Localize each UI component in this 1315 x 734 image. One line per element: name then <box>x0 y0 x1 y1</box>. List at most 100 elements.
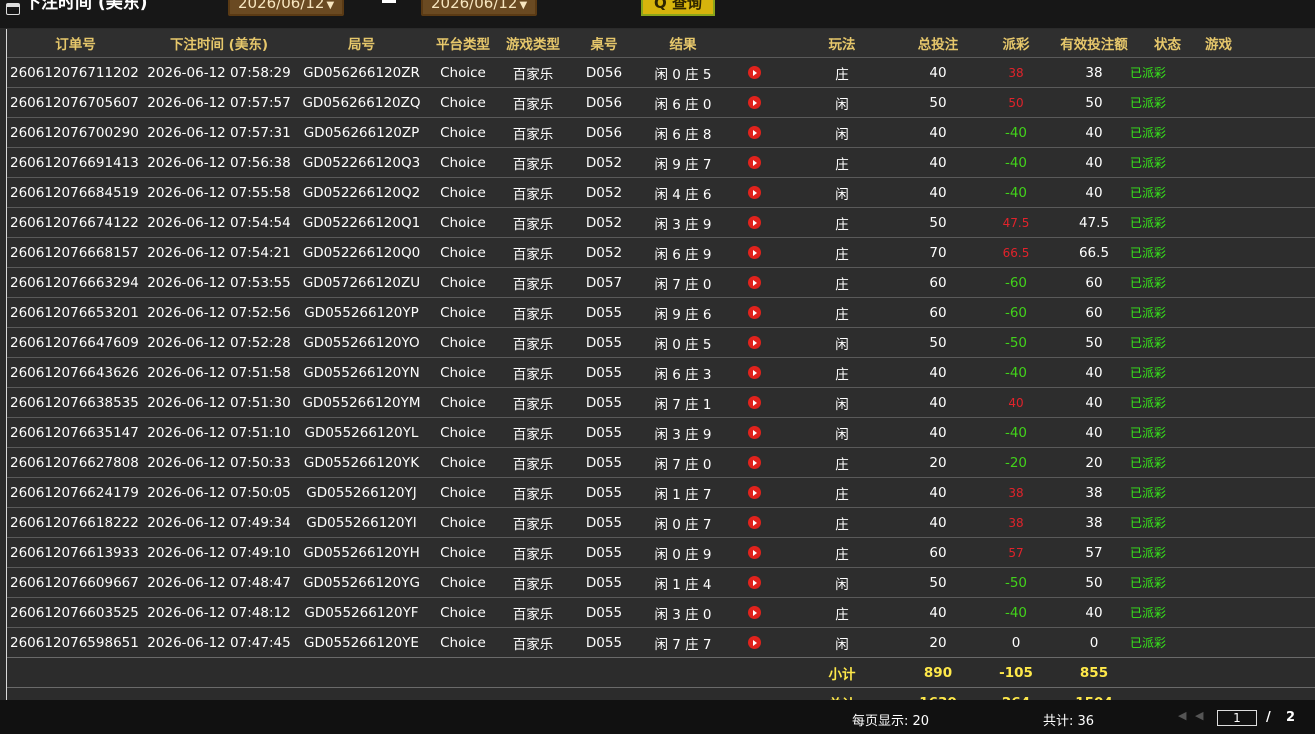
table-header-row: 订单号 下注时间 (美东) 局号 平台类型 游戏类型 桌号 结果 玩法 总投注 派彩 有效投注额 状态… <box>7 29 1315 58</box>
replay-cell <box>727 267 782 298</box>
bet-time-cell: 2026-06-12 07:58:29 <box>144 57 294 88</box>
page-number-input[interactable]: 1 <box>1217 710 1257 726</box>
bet-time-cell: 2026-06-12 07:52:28 <box>144 327 294 358</box>
game-cell <box>1205 147 1315 178</box>
play-video-icon[interactable] <box>748 636 761 649</box>
total-bet-cell: 40 <box>902 177 974 208</box>
valid-bet-cell: 57 <box>1058 537 1130 568</box>
date-to-select[interactable]: 2026/06/12 ▼ <box>421 0 538 16</box>
replay-cell <box>727 537 782 568</box>
bet-time-cell: 2026-06-12 07:57:31 <box>144 117 294 148</box>
play-video-icon[interactable] <box>748 396 761 409</box>
valid-bet-cell: 0 <box>1058 627 1130 658</box>
status-badge: 已派彩 <box>1130 357 1205 388</box>
play-video-icon[interactable] <box>748 66 761 79</box>
bet-time-cell: 2026-06-12 07:55:58 <box>144 177 294 208</box>
play-video-icon[interactable] <box>748 426 761 439</box>
bet-time-cell: 2026-06-12 07:50:33 <box>144 447 294 478</box>
column-header <box>727 29 782 58</box>
result-cell: 闲 0 庄 7 <box>639 507 727 538</box>
round-id-cell: GD052266120Q0 <box>294 237 429 268</box>
subtotal-valid: 855 <box>1058 657 1130 688</box>
platform-cell: Choice <box>429 627 497 658</box>
payout-cell: -60 <box>974 297 1058 328</box>
date-from-select[interactable]: 2026/06/12 ▼ <box>228 0 345 16</box>
game-type-cell: 百家乐 <box>497 447 569 478</box>
play-video-icon[interactable] <box>748 276 761 289</box>
status-badge: 已派彩 <box>1130 567 1205 598</box>
valid-bet-cell: 47.5 <box>1058 207 1130 238</box>
round-id-cell: GD055266120YJ <box>294 477 429 508</box>
play-video-icon[interactable] <box>748 486 761 499</box>
game-cell <box>1205 267 1315 298</box>
status-badge: 已派彩 <box>1130 237 1205 268</box>
table-row: 260612076635147 2026-06-12 07:51:10 GD0552… <box>7 417 1315 448</box>
round-id-cell: GD057266120ZU <box>294 267 429 298</box>
play-video-icon[interactable] <box>748 366 761 379</box>
chevron-down-icon: ▼ <box>519 0 528 11</box>
play-video-icon[interactable] <box>748 456 761 469</box>
total-bet-cell: 40 <box>902 597 974 628</box>
payout-cell: -40 <box>974 147 1058 178</box>
replay-cell <box>727 387 782 418</box>
column-header: 结果 <box>639 29 727 58</box>
game-cell <box>1205 237 1315 268</box>
platform-cell: Choice <box>429 327 497 358</box>
play-video-icon[interactable] <box>748 96 761 109</box>
platform-cell: Choice <box>429 87 497 118</box>
status-badge: 已派彩 <box>1130 597 1205 628</box>
play-video-icon[interactable] <box>748 306 761 319</box>
game-type-cell: 百家乐 <box>497 237 569 268</box>
replay-cell <box>727 567 782 598</box>
game-type-cell: 百家乐 <box>497 357 569 388</box>
payout-cell: -40 <box>974 417 1058 448</box>
game-cell <box>1205 327 1315 358</box>
round-id-cell: GD055266120YO <box>294 327 429 358</box>
table-row: 260612076603525 2026-06-12 07:48:12 GD0552… <box>7 597 1315 628</box>
column-header: 玩法 <box>782 29 902 58</box>
order-id-cell: 260612076653201 <box>7 297 144 328</box>
replay-cell <box>727 597 782 628</box>
play-video-icon[interactable] <box>748 516 761 529</box>
chevron-down-icon: ▼ <box>326 0 335 11</box>
prev-page-icon[interactable]: ◀ <box>1195 709 1203 722</box>
round-id-cell: GD055266120YN <box>294 357 429 388</box>
game-type-cell: 百家乐 <box>497 57 569 88</box>
order-id-cell: 260612076668157 <box>7 237 144 268</box>
game-type-cell: 百家乐 <box>497 597 569 628</box>
table-row: 260612076598651 2026-06-12 07:47:45 GD0552… <box>7 627 1315 658</box>
platform-cell: Choice <box>429 447 497 478</box>
table-row: 260612076663294 2026-06-12 07:53:55 GD0572… <box>7 267 1315 298</box>
column-header: 下注时间 (美东) <box>144 29 294 58</box>
replay-cell <box>727 207 782 238</box>
page-size-label[interactable]: 每页显示: 20 <box>852 710 929 729</box>
valid-bet-cell: 40 <box>1058 117 1130 148</box>
play-video-icon[interactable] <box>748 246 761 259</box>
query-button[interactable]: Q 查询 <box>641 0 715 16</box>
play-video-icon[interactable] <box>748 186 761 199</box>
payout-cell: -50 <box>974 567 1058 598</box>
bet-time-cell: 2026-06-12 07:57:57 <box>144 87 294 118</box>
play-video-icon[interactable] <box>748 126 761 139</box>
round-id-cell: GD056266120ZQ <box>294 87 429 118</box>
play-video-icon[interactable] <box>748 546 761 559</box>
range-separator <box>382 0 396 3</box>
play-video-icon[interactable] <box>748 216 761 229</box>
play-video-icon[interactable] <box>748 336 761 349</box>
order-id-cell: 260612076684519 <box>7 177 144 208</box>
result-cell: 闲 7 庄 0 <box>639 267 727 298</box>
first-page-icon[interactable]: ◀ <box>1178 709 1186 722</box>
bet-time-cell: 2026-06-12 07:54:54 <box>144 207 294 238</box>
table-number-cell: D055 <box>569 477 639 508</box>
pagination-bar: 每页显示: 20 共计: 36 ◀ ◀ 1 / 2 <box>0 700 1315 734</box>
table-row: 260612076613933 2026-06-12 07:49:10 GD0552… <box>7 537 1315 568</box>
valid-bet-cell: 50 <box>1058 87 1130 118</box>
play-video-icon[interactable] <box>748 576 761 589</box>
bet-time-cell: 2026-06-12 07:51:30 <box>144 387 294 418</box>
result-cell: 闲 4 庄 6 <box>639 177 727 208</box>
replay-cell <box>727 57 782 88</box>
play-video-icon[interactable] <box>748 156 761 169</box>
filter-bar: 下注时间 (美东) 2026/06/12 ▼ 2026/06/12 ▼ Q 查询 <box>0 0 1315 28</box>
play-video-icon[interactable] <box>748 606 761 619</box>
game-type-cell: 百家乐 <box>497 267 569 298</box>
